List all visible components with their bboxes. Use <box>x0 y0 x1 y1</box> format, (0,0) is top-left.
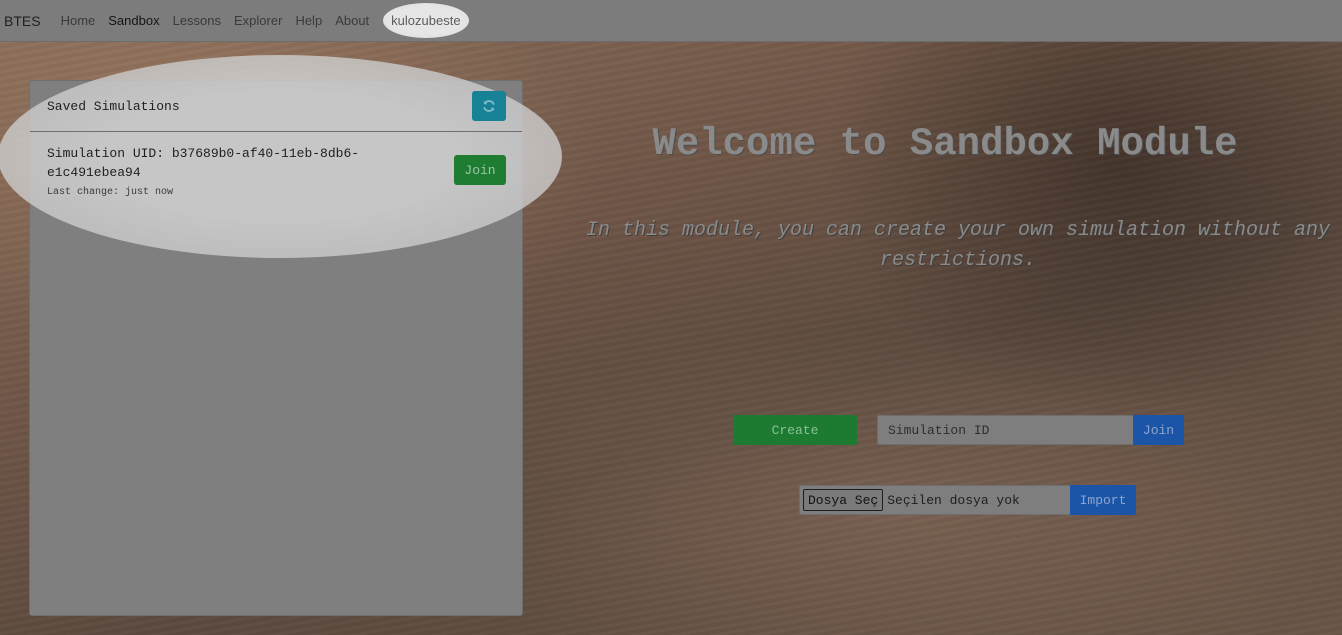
last-change: Last change: just now <box>47 187 174 198</box>
nav-sandbox[interactable]: Sandbox <box>108 13 159 28</box>
nav-help[interactable]: Help <box>295 13 322 28</box>
sim-info: Simulation UID: b37689b0-af40-11eb-8db6-… <box>47 144 377 198</box>
file-input: Dosya Seç Seçilen dosya yok <box>799 485 1070 515</box>
simulation-id-input[interactable] <box>877 415 1133 445</box>
brand-logo[interactable]: BTES <box>4 13 41 29</box>
page-subtitle: In this module, you can create your own … <box>585 219 1331 272</box>
join-button[interactable]: Join <box>1133 415 1184 445</box>
simulation-uid: Simulation UID: b37689b0-af40-11eb-8db6-… <box>47 146 360 180</box>
page-title: Welcome to Sandbox Module <box>652 122 1238 166</box>
refresh-icon <box>483 100 495 112</box>
join-saved-button[interactable]: Join <box>454 155 506 185</box>
panel-title: Saved Simulations <box>47 98 180 114</box>
nav-lessons[interactable]: Lessons <box>173 13 221 28</box>
nav-home[interactable]: Home <box>61 13 96 28</box>
list-item: Simulation UID: b37689b0-af40-11eb-8db6-… <box>30 132 522 198</box>
nav-user-account[interactable]: kulozubeste <box>383 3 469 38</box>
nav-about[interactable]: About <box>335 13 369 28</box>
refresh-button[interactable] <box>472 91 506 121</box>
choose-file-button[interactable]: Dosya Seç <box>803 489 884 511</box>
saved-simulations-panel: Saved Simulations Simulation UID: b37689… <box>29 80 523 616</box>
panel-header: Saved Simulations <box>30 81 522 132</box>
import-button[interactable]: Import <box>1070 485 1136 515</box>
create-button[interactable]: Create <box>733 415 857 445</box>
file-status: Seçilen dosya yok <box>887 492 1020 508</box>
nav-explorer[interactable]: Explorer <box>234 13 282 28</box>
top-navbar: BTES Home Sandbox Lessons Explorer Help … <box>0 0 1342 42</box>
